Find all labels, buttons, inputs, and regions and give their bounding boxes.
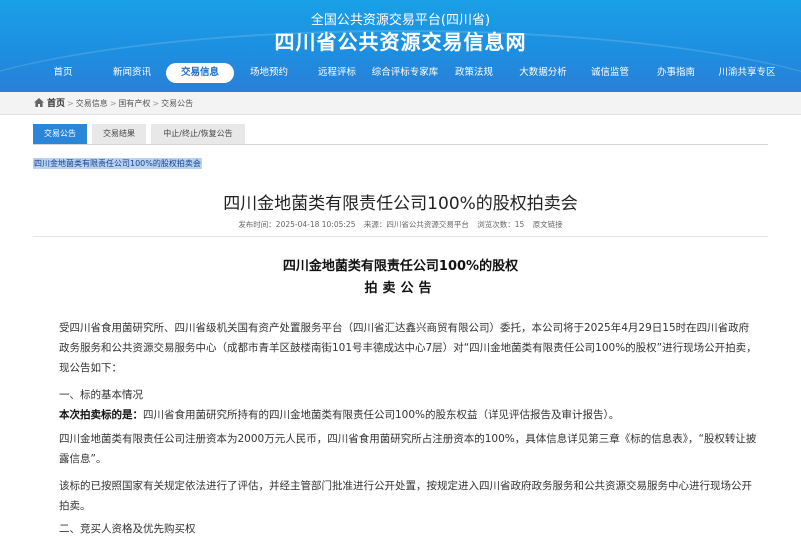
article-meta: 发布时间：2025-04-18 10:05:25 来源：四川省公共资源交易平台 …: [0, 219, 801, 230]
breadcrumb-item[interactable]: 国有产权: [118, 99, 150, 108]
breadcrumb-item[interactable]: 交易公告: [161, 99, 193, 108]
view-count: 浏览次数：15: [477, 220, 525, 229]
publish-time: 发布时间：2025-04-18 10:05:25: [238, 220, 356, 229]
tab-trading-result[interactable]: 交易结果: [92, 124, 146, 144]
nav-item-trading-info[interactable]: 交易信息: [166, 63, 234, 83]
notice-link-selected[interactable]: 四川金地菌类有限责任公司100%的股权拍卖会: [33, 158, 202, 169]
article-title: 四川金地菌类有限责任公司100%的股权拍卖会: [223, 194, 578, 214]
breadcrumb-home[interactable]: 首页: [47, 99, 65, 109]
breadcrumb-bar: 首页 > 交易信息 > 国有产权 > 交易公告: [0, 92, 801, 115]
capital-paragraph: 四川金地菌类有限责任公司注册资本为2000万元人民币，四川省食用菌研究所占注册资…: [59, 433, 757, 465]
nav-item-chuanyu[interactable]: 川渝共享专区: [714, 63, 780, 83]
subject-paragraph: 本次拍卖标的是：四川省食用菌研究所持有的四川金地菌类有限责任公司100%的股东权…: [59, 405, 759, 425]
breadcrumb-item[interactable]: 交易信息: [76, 99, 108, 108]
section-heading: 二、竞买人资格及优先购买权: [59, 523, 196, 535]
nav-item-news[interactable]: 新闻资讯: [104, 63, 160, 83]
intro-paragraph: 受四川省食用菌研究所、四川省级机关国有资产处置服务平台（四川省汇达鑫兴商贸有限公…: [59, 322, 757, 374]
nav-item-remote-bid[interactable]: 远程评标: [309, 63, 365, 83]
nav-item-credit[interactable]: 诚信监管: [584, 63, 636, 83]
divider: [33, 144, 768, 145]
subject-label: 本次拍卖标的是：: [59, 409, 143, 421]
section-heading: 一、标的基本情况: [59, 389, 143, 401]
approval-paragraph: 该标的已按照国家有关规定依法进行了评估，并经主管部门批准进行公开处置，按规定进入…: [59, 480, 752, 512]
subject-text: 四川省食用菌研究所持有的四川金地菌类有限责任公司100%的股东权益（详见评估报告…: [143, 409, 620, 421]
original-link[interactable]: 原文链接: [533, 220, 563, 229]
divider: [33, 236, 768, 237]
site-title[interactable]: 四川省公共资源交易信息网: [0, 26, 801, 55]
nav-item-big-data[interactable]: 大数据分析: [512, 63, 574, 83]
breadcrumb: 首页 > 交易信息 > 国有产权 > 交易公告: [34, 96, 193, 109]
nav-item-policy[interactable]: 政策法规: [448, 63, 500, 83]
main-nav: 首页 新闻资讯 交易信息 场地预约 远程评标 综合评标专家库 政策法规 大数据分…: [0, 60, 801, 86]
tab-suspend-notice[interactable]: 中止/终止/恢复公告: [151, 124, 245, 144]
home-icon: [34, 98, 44, 107]
notice-heading: 四川金地菌类有限责任公司100%的股权: [282, 259, 519, 274]
nav-item-guide[interactable]: 办事指南: [650, 63, 702, 83]
site-header: 全国公共资源交易平台(四川省) 四川省公共资源交易信息网 首页 新闻资讯 交易信…: [0, 0, 801, 92]
tab-trading-notice[interactable]: 交易公告: [33, 124, 87, 144]
source: 来源：四川省公共资源交易平台: [363, 220, 469, 229]
nav-item-venue-booking[interactable]: 场地预约: [240, 63, 298, 83]
nav-item-expert-pool[interactable]: 综合评标专家库: [369, 63, 441, 83]
nav-item-home[interactable]: 首页: [44, 63, 82, 83]
notice-subheading: 拍卖公告: [364, 281, 437, 296]
